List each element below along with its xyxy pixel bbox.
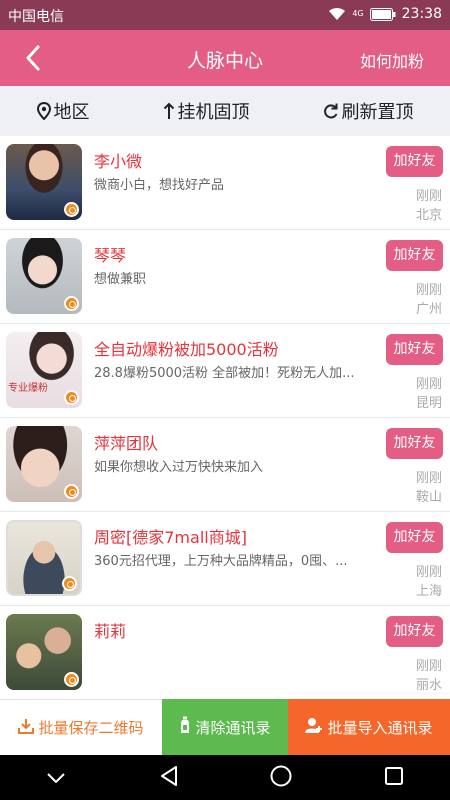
add-friend-button[interactable]: 加好友	[386, 240, 443, 271]
clear-contacts-label: 清除通讯录	[195, 718, 271, 737]
batch-save-qr-button[interactable]: 批量保存二维码	[0, 699, 162, 755]
contact-time: 刚刚	[415, 377, 442, 392]
filter-region-label: 地区	[53, 102, 90, 123]
verified-badge-icon	[64, 390, 79, 405]
contact-desc: 微商小白，想找好产品	[94, 178, 225, 193]
contact-time: 刚刚	[415, 659, 442, 674]
contact-time: 刚刚	[415, 283, 442, 298]
contact-name: 全自动爆粉被加5000活粉	[94, 340, 279, 359]
verified-badge-icon	[64, 484, 79, 499]
contact-city: 鞍山	[415, 490, 442, 505]
refresh-icon	[323, 102, 339, 120]
nav-hide-button[interactable]	[26, 755, 86, 800]
list-item[interactable]: 周密[德家7mall商城] 360元招代理，上万种大品牌精品，0囤、... 加好…	[0, 512, 450, 606]
contact-city: 北京	[415, 208, 442, 223]
verified-badge-icon	[62, 576, 77, 591]
contact-city: 昆明	[415, 396, 442, 411]
filter-refresh-top[interactable]: 刷新置顶	[323, 98, 414, 124]
contact-city: 广州	[415, 302, 442, 317]
batch-save-qr-label: 批量保存二维码	[38, 719, 144, 737]
user-add-icon	[305, 717, 323, 738]
contact-desc: 28.8爆粉5000活粉 全部被加！死粉无人加...	[94, 366, 355, 381]
filter-pin-top-label: 挂机固顶	[177, 102, 250, 123]
nav-back-button[interactable]	[139, 755, 199, 800]
status-icons: 4G 23:38	[328, 6, 442, 22]
avatar[interactable]	[6, 614, 82, 690]
how-to-add-fans-link[interactable]: 如何加粉	[360, 48, 424, 72]
contact-city: 丽水	[415, 678, 442, 693]
verified-badge-icon	[64, 672, 79, 687]
back-button[interactable]	[20, 42, 50, 74]
chevron-down-icon	[47, 768, 65, 787]
add-friend-button[interactable]: 加好友	[386, 522, 443, 553]
filter-region[interactable]: 地区	[36, 98, 90, 124]
network-badge: 4G	[352, 9, 364, 18]
app-header: 人脉中心 如何加粉	[0, 30, 450, 86]
contact-desc: 如果你想收入过万快快来加入	[94, 460, 264, 475]
location-pin-icon	[36, 102, 51, 120]
list-item[interactable]: 萍萍团队 如果你想收入过万快快来加入 加好友 刚刚 鞍山	[0, 418, 450, 512]
contact-name: 萍萍团队	[94, 434, 159, 453]
contact-time: 刚刚	[415, 189, 442, 204]
avatar-caption: 专业爆粉	[8, 383, 48, 394]
avatar[interactable]	[6, 520, 82, 596]
clock: 23:38	[401, 6, 442, 22]
system-nav-bar	[0, 755, 450, 800]
list-item[interactable]: 莉莉 加好友 刚刚 丽水	[0, 606, 450, 699]
filter-pin-top[interactable]: 挂机固顶	[163, 98, 250, 124]
avatar[interactable]	[6, 238, 82, 314]
battery-icon	[369, 7, 396, 21]
contact-name: 周密[德家7mall商城]	[94, 528, 247, 547]
batch-import-contacts-label: 批量导入通讯录	[327, 718, 433, 737]
wifi-icon	[328, 7, 346, 21]
add-friend-button[interactable]: 加好友	[386, 146, 443, 177]
avatar[interactable]: 专业爆粉	[6, 332, 82, 408]
carrier-name: 中国电信	[8, 9, 64, 25]
add-friend-button[interactable]: 加好友	[386, 428, 443, 459]
avatar[interactable]	[6, 426, 82, 502]
contact-list: 李小微 微商小白，想找好产品 加好友 刚刚 北京 琴琴 想做兼职 加好友 刚刚 …	[0, 136, 450, 699]
contact-name: 李小微	[94, 152, 143, 171]
contact-name: 莉莉	[94, 622, 127, 641]
list-item[interactable]: 琴琴 想做兼职 加好友 刚刚 广州	[0, 230, 450, 324]
nav-home-button[interactable]	[251, 755, 311, 800]
triangle-back-icon	[160, 765, 178, 790]
contact-time: 刚刚	[415, 471, 442, 486]
list-item[interactable]: 专业爆粉 全自动爆粉被加5000活粉 28.8爆粉5000活粉 全部被加！死粉无…	[0, 324, 450, 418]
contact-time: 刚刚	[415, 565, 442, 580]
clear-contacts-button[interactable]: 清除通讯录	[162, 699, 288, 755]
bottle-icon	[179, 716, 191, 738]
verified-badge-icon	[64, 202, 79, 217]
contact-name: 琴琴	[94, 246, 127, 265]
contact-city: 上海	[415, 584, 442, 599]
square-recents-icon	[384, 766, 403, 789]
filter-bar: 地区 挂机固顶 刷新置顶	[0, 86, 450, 136]
status-bar: 中国电信 4G 23:38	[0, 0, 450, 30]
download-icon	[18, 718, 35, 738]
add-friend-button[interactable]: 加好友	[386, 334, 443, 365]
chevron-left-icon	[20, 45, 50, 78]
filter-refresh-top-label: 刷新置顶	[341, 102, 414, 123]
verified-badge-icon	[64, 296, 79, 311]
circle-home-icon	[270, 765, 292, 791]
avatar[interactable]	[6, 144, 82, 220]
list-item[interactable]: 李小微 微商小白，想找好产品 加好友 刚刚 北京	[0, 136, 450, 230]
contact-desc: 360元招代理，上万种大品牌精品，0囤、...	[94, 554, 348, 569]
nav-recents-button[interactable]	[364, 755, 424, 800]
contact-desc: 想做兼职	[94, 272, 147, 287]
batch-import-contacts-button[interactable]: 批量导入通讯录	[288, 699, 450, 755]
bottom-action-bar: 批量保存二维码 清除通讯录 批量导入通讯录	[0, 699, 450, 755]
arrow-up-icon	[163, 102, 175, 120]
add-friend-button[interactable]: 加好友	[386, 616, 443, 647]
